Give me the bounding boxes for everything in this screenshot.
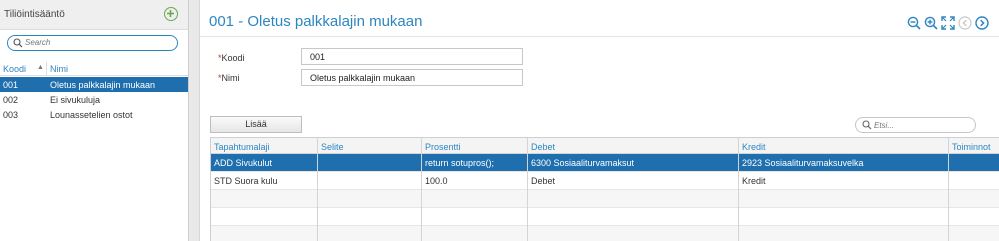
koodi-label-text: Koodi [221,53,245,63]
cell-debet: 6300 Sosiaaliturvamaksut [531,158,635,168]
column-tapahtumalaji[interactable]: Tapahtumalaji [214,142,270,152]
column-prosentti[interactable]: Prosentti [425,142,461,152]
rule-name: Oletus palkkalajin mukaan [50,80,156,90]
cell-kredit: 2923 Sosiaaliturvamaksuvelka [742,158,864,168]
add-row-button[interactable]: Lisää [210,116,302,133]
rule-name: Ei sivukuluja [50,95,101,105]
rule-detail-panel: 001 - Oletus palkkalajin mukaan *Koodi 0… [199,0,999,241]
rule-code: 003 [3,110,19,120]
grid-search[interactable] [855,117,976,133]
empty-row [211,226,999,241]
rule-list-column-header: Koodi ▲ Nimi [0,62,188,76]
add-rule-button[interactable] [164,7,178,21]
column-divider [317,138,318,241]
column-selite[interactable]: Selite [321,142,344,152]
cell-kredit: Kredit [742,176,766,186]
page-title: 001 - Oletus palkkalajin mukaan [209,13,423,30]
previous-icon[interactable] [958,16,972,30]
column-divider [948,138,949,241]
koodi-field[interactable]: 001 [301,48,523,65]
cell-tapahtumalaji: STD Suora kulu [214,176,278,186]
koodi-label: *Koodi [218,53,245,63]
cell-prosentti: return sotupros(); [425,158,495,168]
cell-tapahtumalaji: ADD Sivukulut [214,158,273,168]
column-kredit[interactable]: Kredit [742,142,766,152]
column-code[interactable]: Koodi [3,64,26,74]
grid-search-input[interactable] [874,119,972,131]
column-divider [738,138,739,241]
grid-header: Tapahtumalaji Selite Prosentti Debet Kre… [211,138,999,154]
column-divider [46,62,47,76]
nimi-field[interactable]: Oletus palkkalajin mukaan [301,69,523,86]
next-icon[interactable] [975,16,989,30]
column-toiminnot[interactable]: Toiminnot [952,142,991,152]
plus-circle-icon [167,10,174,17]
rule-search[interactable] [7,35,178,51]
expand-icon[interactable] [941,16,955,30]
zoom-out-icon[interactable] [907,16,921,30]
rule-name: Lounassetelien ostot [50,110,133,120]
zoom-in-icon[interactable] [924,16,938,30]
app-root: Tiliöintisääntö Koodi ▲ Nimi 001 Olet [0,0,999,241]
nimi-label: *Nimi [218,73,240,83]
title-divider [200,36,999,37]
rule-list-item[interactable]: 001 Oletus palkkalajin mukaan [0,77,188,92]
empty-row [211,190,999,208]
cell-debet: Debet [531,176,556,186]
table-row[interactable]: ADD Sivukulut return sotupros(); 6300 So… [211,154,999,172]
rule-list-item[interactable]: 003 Lounassetelien ostot [0,107,188,122]
empty-row [211,208,999,226]
rule-code: 002 [3,95,19,105]
rule-search-input[interactable] [25,37,173,48]
rule-list-item[interactable]: 002 Ei sivukuluja [0,92,188,107]
column-name[interactable]: Nimi [50,64,68,74]
cell-prosentti: 100.0 [425,176,448,186]
rule-list-header: Tiliöintisääntö [0,0,188,30]
nimi-label-text: Nimi [221,73,240,83]
column-divider [527,138,528,241]
rule-code: 001 [3,80,19,90]
rule-list-title: Tiliöintisääntö [4,9,65,20]
column-debet[interactable]: Debet [531,142,555,152]
search-icon [862,120,872,130]
sort-asc-icon[interactable]: ▲ [37,64,44,71]
search-icon [13,38,23,48]
rule-list-panel: Tiliöintisääntö Koodi ▲ Nimi 001 Olet [0,0,189,241]
posting-grid: Tapahtumalaji Selite Prosentti Debet Kre… [210,137,999,241]
table-row[interactable]: STD Suora kulu 100.0 Debet Kredit [211,172,999,190]
column-divider [421,138,422,241]
